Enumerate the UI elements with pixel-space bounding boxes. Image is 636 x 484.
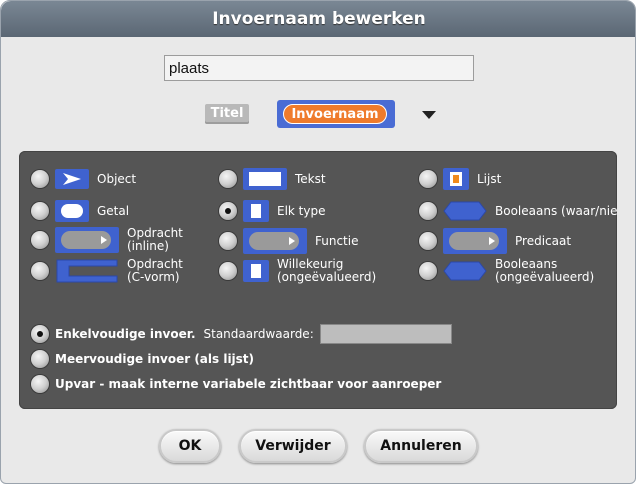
type-label-object: Object	[97, 171, 137, 186]
cancel-button[interactable]: Annuleren	[364, 429, 478, 463]
type-label-text: Tekst	[295, 171, 326, 186]
title-block[interactable]: Titel	[205, 104, 249, 124]
command-c-shape-icon	[55, 258, 119, 284]
radio-button[interactable]	[219, 232, 237, 250]
radio-button[interactable]	[419, 262, 437, 280]
mode-option-multiple[interactable]: Meervoudige invoer (als lijst)	[31, 349, 254, 369]
radio-button-selected[interactable]	[219, 202, 237, 220]
type-label-reporter: Functie	[315, 233, 359, 248]
label-line: (C-vorm)	[127, 270, 180, 284]
radio-button[interactable]	[419, 232, 437, 250]
delete-button[interactable]: Verwijder	[239, 429, 347, 463]
boolean-hexagon-icon	[443, 200, 487, 222]
input-name-block[interactable]: Invoernaam	[277, 100, 395, 128]
type-option-command-c[interactable]: Opdracht (C-vorm)	[31, 257, 183, 285]
type-label-any: Elk type	[277, 203, 326, 218]
any-unevaluated-slot-icon	[243, 260, 269, 282]
type-option-reporter[interactable]: Functie	[219, 227, 358, 255]
boolean-unevaluated-hexagon-icon	[443, 260, 487, 282]
any-slot-icon	[243, 200, 269, 222]
chevron-down-icon[interactable]	[422, 111, 436, 119]
mode-option-single[interactable]: Enkelvoudige invoer. Standaardwaarde:	[31, 324, 452, 344]
radio-button[interactable]	[31, 170, 49, 188]
type-option-any[interactable]: Elk type	[219, 197, 326, 225]
radio-button[interactable]	[31, 350, 49, 368]
mode-label-upvar: Upvar - maak interne variabele zichtbaar…	[55, 377, 442, 391]
default-value-label: Standaardwaarde:	[203, 327, 314, 341]
predicate-slot-icon	[443, 228, 507, 254]
command-inline-icon	[55, 227, 119, 253]
type-option-text[interactable]: Tekst	[219, 165, 326, 193]
mode-label-multiple: Meervoudige invoer (als lijst)	[55, 352, 255, 366]
mode-label-single: Enkelvoudige invoer.	[55, 327, 196, 341]
radio-button[interactable]	[419, 202, 437, 220]
type-label-boolean: Booleaans (waar/niet waar)	[495, 203, 617, 218]
edit-input-name-dialog: Invoernaam bewerken Titel Invoernaam Obj…	[0, 0, 636, 484]
type-label-number: Getal	[97, 203, 130, 218]
type-option-boolean[interactable]: Booleaans (waar/niet waar)	[419, 197, 617, 225]
type-label-list: Lijst	[477, 171, 502, 186]
ok-button[interactable]: OK	[159, 429, 221, 463]
type-option-object[interactable]: Object	[31, 165, 136, 193]
type-option-number[interactable]: Getal	[31, 197, 129, 225]
text-slot-icon	[243, 168, 287, 190]
type-label-command-inline: Opdracht (inline)	[127, 227, 183, 253]
dialog-title: Invoernaam bewerken	[1, 1, 635, 37]
input-type-panel: Object Tekst Lijst Getal Elk type Boolea…	[19, 151, 617, 409]
object-arrow-icon	[55, 169, 89, 189]
radio-button[interactable]	[219, 262, 237, 280]
label-line: (ongeëvalueerd)	[277, 270, 377, 284]
radio-button-selected[interactable]	[31, 325, 49, 343]
radio-button[interactable]	[31, 202, 49, 220]
number-slot-icon	[55, 200, 89, 222]
type-option-list[interactable]: Lijst	[419, 165, 501, 193]
reporter-slot-icon	[243, 228, 307, 254]
list-icon	[443, 168, 469, 190]
type-option-any-unevaluated[interactable]: Willekeurig (ongeëvalueerd)	[219, 257, 376, 285]
radio-button[interactable]	[419, 170, 437, 188]
mode-option-upvar[interactable]: Upvar - maak interne variabele zichtbaar…	[31, 374, 441, 394]
radio-button[interactable]	[31, 262, 49, 280]
radio-button[interactable]	[31, 375, 49, 393]
input-name-block-label: Invoernaam	[283, 104, 387, 124]
type-label-command-c: Opdracht (C-vorm)	[127, 258, 183, 284]
default-value-field[interactable]	[319, 324, 452, 344]
label-line: (ongeëvalueerd)	[495, 270, 595, 284]
label-line: (inline)	[127, 239, 169, 253]
type-option-boolean-unevaluated[interactable]: Booleaans (ongeëvalueerd)	[419, 257, 594, 285]
type-label-predicate: Predicaat	[515, 233, 572, 248]
type-label-boolean-unevaluated: Booleaans (ongeëvalueerd)	[495, 258, 594, 284]
type-option-predicate[interactable]: Predicaat	[419, 227, 571, 255]
radio-button[interactable]	[31, 231, 49, 249]
type-option-command-inline[interactable]: Opdracht (inline)	[31, 226, 183, 254]
radio-button[interactable]	[219, 170, 237, 188]
type-label-any-unevaluated: Willekeurig (ongeëvalueerd)	[277, 258, 376, 284]
input-name-field[interactable]	[164, 55, 474, 81]
